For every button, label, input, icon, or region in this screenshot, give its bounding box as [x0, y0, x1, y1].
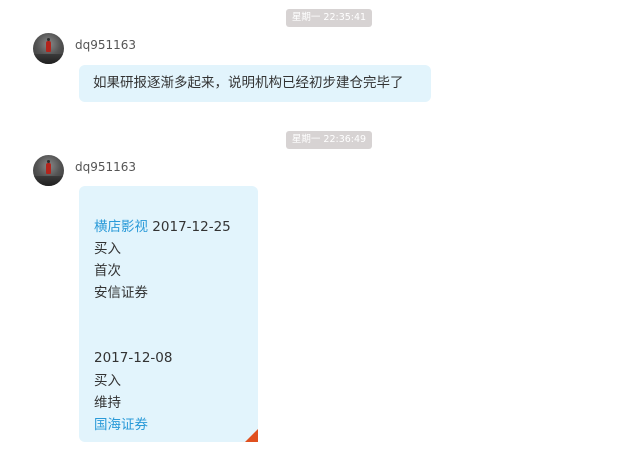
chat-window: 星期一 22:35:41 dq951163 如果研报逐渐多起来，说明机构已经初步…	[0, 0, 638, 466]
report-date: 2017-12-08	[94, 350, 173, 366]
report-header-line: 横店影视 2017-12-25	[94, 217, 231, 237]
report-date: 2017-12-25	[152, 219, 231, 235]
message-bubble: 如果研报逐渐多起来，说明机构已经初步建仓完毕了	[79, 65, 431, 102]
report-broker: 安信证券	[94, 285, 148, 301]
timestamp-badge: 星期一 22:35:41	[286, 9, 372, 27]
message-bubble: 横店影视 2017-12-25 买入 首次 安信证券 2017-12-08 买入…	[79, 186, 258, 442]
avatar-figure	[46, 38, 51, 52]
corner-flag-icon[interactable]	[245, 429, 258, 442]
avatar-icon[interactable]	[33, 155, 64, 186]
timestamp-badge: 星期一 22:36:49	[286, 131, 372, 149]
report-rating: 首次	[94, 263, 121, 279]
avatar-ground	[33, 54, 64, 64]
report-action: 买入	[94, 373, 121, 389]
avatar-icon[interactable]	[33, 33, 64, 64]
report-rating: 维持	[94, 395, 121, 411]
avatar-ground	[33, 176, 64, 186]
username[interactable]: dq951163	[75, 38, 136, 52]
avatar-figure	[46, 160, 51, 174]
message-text: 如果研报逐渐多起来，说明机构已经初步建仓完毕了	[93, 75, 404, 91]
stock-link[interactable]: 横店影视	[94, 219, 148, 235]
username[interactable]: dq951163	[75, 160, 136, 174]
broker-link[interactable]: 国海证券	[94, 415, 148, 435]
report-action: 买入	[94, 241, 121, 257]
